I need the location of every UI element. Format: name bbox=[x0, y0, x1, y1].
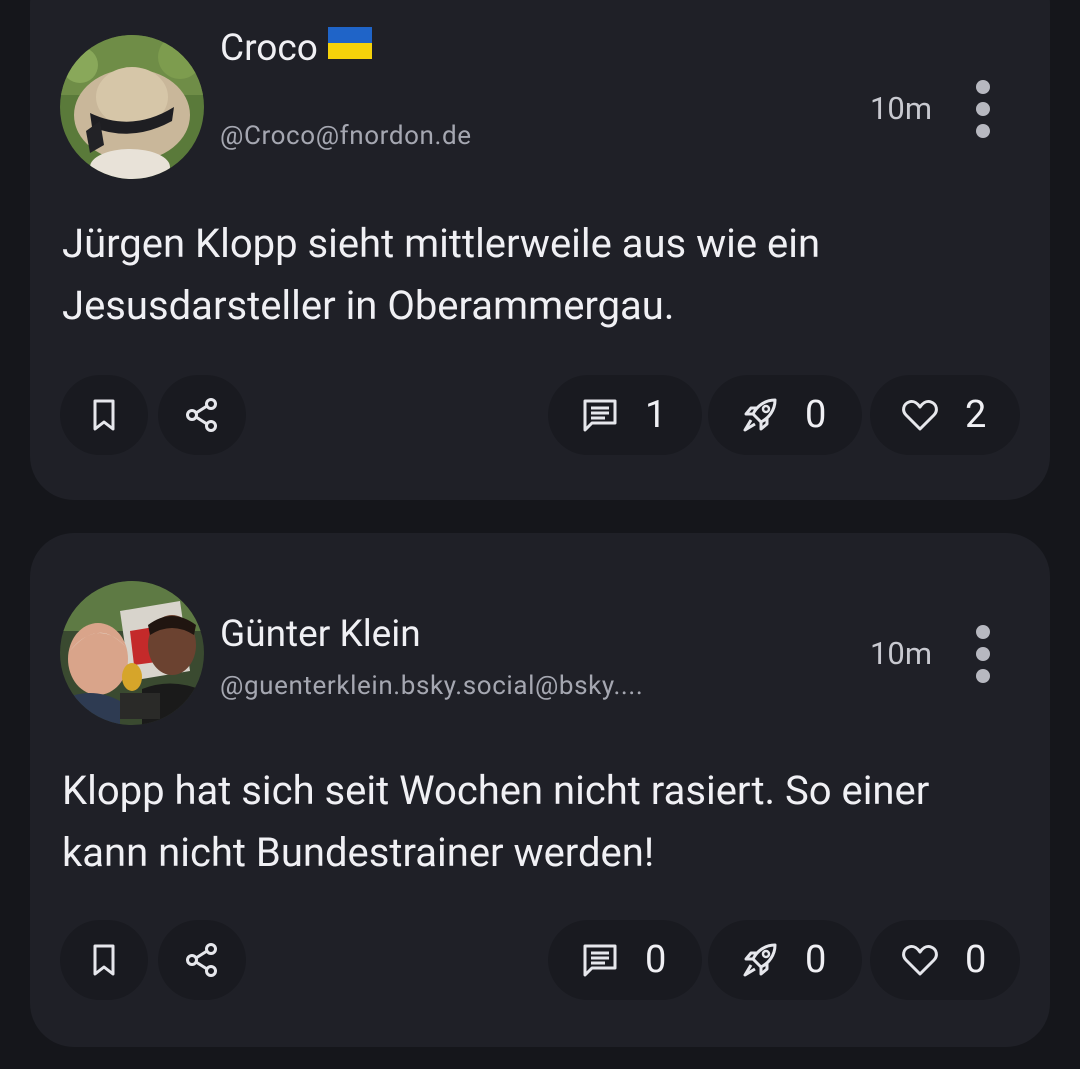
boost-button[interactable]: 0 bbox=[708, 920, 862, 1000]
avatar[interactable] bbox=[60, 581, 204, 725]
bookmark-icon bbox=[93, 944, 115, 976]
more-icon-dot bbox=[976, 102, 990, 116]
more-options-button[interactable] bbox=[968, 625, 998, 685]
bookmark-button[interactable] bbox=[60, 920, 148, 1000]
more-options-button[interactable] bbox=[968, 80, 998, 140]
favourite-icon bbox=[902, 400, 938, 431]
post-content: Klopp hat sich seit Wochen nicht rasiert… bbox=[62, 767, 930, 876]
reply-count: 0 bbox=[645, 938, 667, 982]
more-icon-dot bbox=[976, 647, 990, 661]
ukraine-flag-icon bbox=[327, 26, 372, 69]
favourite-button[interactable]: 2 bbox=[870, 375, 1020, 455]
boost-icon bbox=[743, 943, 777, 977]
post-actions: 1 0 2 bbox=[30, 375, 1050, 455]
boost-icon bbox=[743, 398, 777, 432]
reply-icon bbox=[583, 944, 617, 977]
reply-button[interactable]: 1 bbox=[548, 375, 702, 455]
more-icon-dot bbox=[976, 669, 990, 683]
post-content: Jürgen Klopp sieht mittlerweile aus wie … bbox=[62, 220, 821, 329]
share-button[interactable] bbox=[158, 920, 246, 1000]
post-card[interactable]: Günter Klein @guenterklein.bsky.social@b… bbox=[30, 533, 1050, 1047]
more-icon-dot bbox=[976, 124, 990, 138]
reply-button[interactable]: 0 bbox=[548, 920, 702, 1000]
favourite-button[interactable]: 0 bbox=[870, 920, 1020, 1000]
timeline-feed[interactable]: Croco @Croco@fnordon.de 10m Jürgen Klopp… bbox=[0, 0, 1080, 1069]
post-timestamp[interactable]: 10m bbox=[870, 635, 932, 672]
favourite-count: 2 bbox=[965, 393, 987, 437]
boost-count: 0 bbox=[805, 938, 827, 982]
share-icon bbox=[186, 943, 217, 977]
reply-count: 1 bbox=[645, 393, 667, 437]
author-display-name[interactable]: Croco bbox=[220, 26, 372, 70]
favourite-icon bbox=[902, 945, 938, 976]
bookmark-icon bbox=[93, 399, 115, 431]
boost-button[interactable]: 0 bbox=[708, 375, 862, 455]
post-actions: 0 0 0 bbox=[30, 920, 1050, 1000]
author-handle[interactable]: @Croco@fnordon.de bbox=[220, 121, 472, 151]
more-icon bbox=[976, 80, 990, 94]
reply-icon bbox=[583, 399, 617, 432]
share-button[interactable] bbox=[158, 375, 246, 455]
more-icon bbox=[976, 625, 990, 639]
post-card[interactable]: Croco @Croco@fnordon.de 10m Jürgen Klopp… bbox=[30, 0, 1050, 500]
bookmark-button[interactable] bbox=[60, 375, 148, 455]
boost-count: 0 bbox=[805, 393, 827, 437]
post-timestamp[interactable]: 10m bbox=[870, 90, 932, 127]
display-name-text: Croco bbox=[220, 27, 318, 70]
author-handle[interactable]: @guenterklein.bsky.social@bsky.... bbox=[220, 671, 643, 701]
author-display-name[interactable]: Günter Klein bbox=[220, 613, 421, 656]
favourite-count: 0 bbox=[965, 938, 987, 982]
share-icon bbox=[186, 398, 217, 432]
avatar[interactable] bbox=[60, 35, 204, 179]
